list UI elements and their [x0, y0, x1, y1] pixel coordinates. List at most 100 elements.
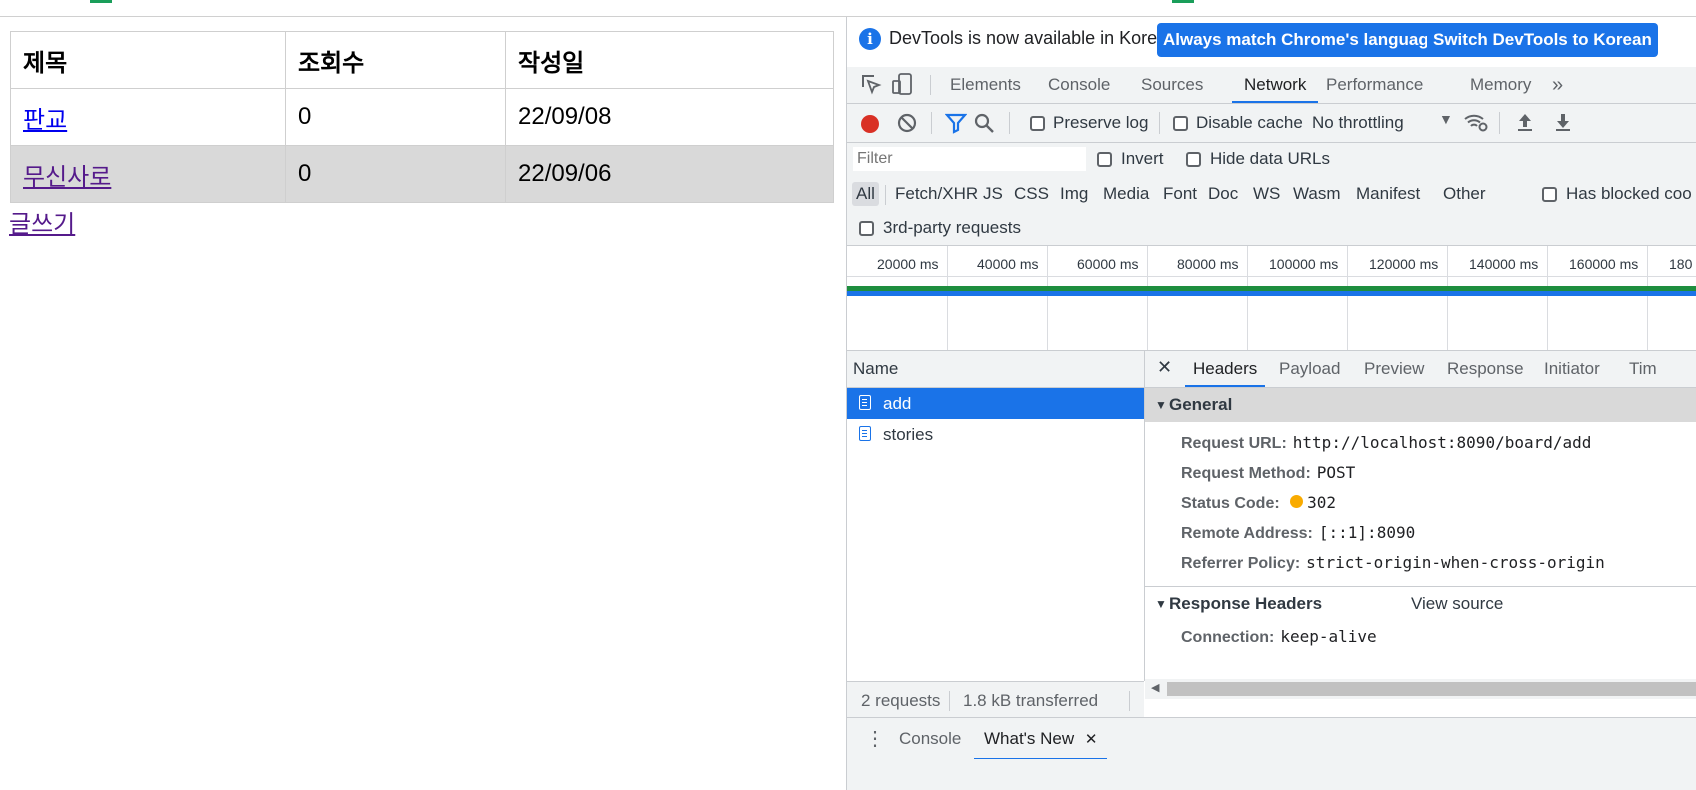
record-icon[interactable] — [861, 115, 879, 133]
import-har-icon[interactable] — [1515, 111, 1535, 139]
horizontal-scrollbar[interactable]: ◀ — [1145, 679, 1696, 699]
scrollbar-thumb[interactable] — [1167, 682, 1696, 696]
timeline-tick-label: 140000 ms — [1469, 256, 1539, 272]
filter-row: Invert Hide data URLs — [847, 143, 1696, 177]
more-tabs-icon[interactable]: » — [1552, 67, 1563, 103]
drawer-tabbar: ⋮ Console What's New ✕ — [847, 717, 1696, 760]
general-section-header[interactable]: ▼ General — [1145, 388, 1696, 422]
search-icon[interactable] — [973, 112, 995, 140]
column-header-date: 작성일 — [505, 31, 834, 89]
third-party-label: 3rd-party requests — [883, 218, 1021, 237]
column-header-title: 제목 — [10, 31, 286, 89]
filter-icon[interactable] — [944, 112, 968, 140]
hide-data-urls-checkbox[interactable] — [1186, 152, 1201, 167]
timeline-gridline — [1447, 246, 1448, 350]
preserve-log-checkbox[interactable] — [1030, 116, 1045, 131]
tab-payload[interactable]: Payload — [1279, 351, 1340, 387]
web-page: 제목 조회수 작성일 판교 0 22/09/08 무신사로 0 22/09/06… — [0, 17, 846, 790]
type-filter-other[interactable]: Other — [1443, 182, 1486, 206]
remote-address-value: [::1]:8090 — [1318, 523, 1416, 542]
inspect-element-icon[interactable] — [859, 72, 883, 102]
network-overview-timeline[interactable]: 20000 ms 40000 ms 60000 ms 80000 ms 1000… — [847, 246, 1696, 351]
network-conditions-icon[interactable] — [1463, 111, 1489, 139]
invert-checkbox[interactable] — [1097, 152, 1112, 167]
hide-data-urls-label: Hide data URLs — [1210, 149, 1331, 168]
table-row: 판교 0 22/09/08 — [10, 88, 834, 146]
tab-console[interactable]: Console — [1048, 67, 1110, 103]
throttling-select[interactable]: No throttling — [1312, 113, 1404, 133]
type-filter-ws[interactable]: WS — [1253, 182, 1280, 206]
request-row[interactable]: add — [847, 388, 1144, 419]
document-icon — [859, 426, 871, 441]
type-filter-wasm[interactable]: Wasm — [1293, 182, 1341, 206]
device-toggle-icon[interactable] — [891, 72, 915, 102]
type-filter-font[interactable]: Font — [1163, 182, 1197, 206]
tab-memory[interactable]: Memory — [1470, 67, 1531, 103]
tab-sources[interactable]: Sources — [1141, 67, 1203, 103]
request-row[interactable]: stories — [847, 419, 1144, 450]
export-har-icon[interactable] — [1553, 111, 1573, 139]
transferred-size: 1.8 kB transferred — [963, 691, 1099, 710]
tab-network[interactable]: Network — [1232, 67, 1319, 103]
tab-initiator[interactable]: Initiator — [1544, 351, 1600, 387]
close-icon[interactable]: ✕ — [1085, 731, 1098, 748]
referrer-policy-value: strict-origin-when-cross-origin — [1306, 553, 1605, 572]
clear-icon[interactable] — [896, 112, 918, 140]
drawer-tab-whats-new[interactable]: What's New ✕ — [974, 718, 1108, 760]
timeline-tick-label: 180 — [1669, 256, 1693, 272]
name-column-header[interactable]: Name — [847, 351, 1144, 388]
request-url-value: http://localhost:8090/board/add — [1292, 433, 1592, 452]
close-icon[interactable]: ✕ — [1157, 357, 1172, 378]
chevron-down-icon: ▼ — [1439, 111, 1453, 127]
language-infobar: i DevTools is now available in Korean! A… — [847, 17, 1696, 61]
tab-preview[interactable]: Preview — [1364, 351, 1424, 387]
more-options-icon[interactable]: ⋮ — [865, 726, 885, 751]
type-filter-manifest[interactable]: Manifest — [1356, 182, 1420, 206]
scroll-left-icon[interactable]: ◀ — [1151, 681, 1159, 694]
write-post-link[interactable]: 글쓰기 — [9, 204, 75, 239]
has-blocked-cookies-checkbox[interactable] — [1542, 187, 1557, 202]
tab-headers[interactable]: Headers — [1185, 351, 1266, 387]
tab-elements[interactable]: Elements — [950, 67, 1021, 103]
tab-indicator — [1172, 0, 1194, 3]
separator — [1009, 112, 1010, 134]
separator — [931, 112, 932, 134]
remote-address-key: Remote Address: — [1181, 525, 1313, 542]
connection-row: Connection: keep-alive — [1181, 627, 1377, 647]
type-filter-all[interactable]: All — [852, 182, 879, 206]
type-filter-doc[interactable]: Doc — [1208, 182, 1238, 206]
tab-response[interactable]: Response — [1447, 351, 1524, 387]
timeline-gridline — [1247, 246, 1248, 350]
match-language-button[interactable]: Always match Chrome's language — [1157, 23, 1445, 57]
separator — [1159, 112, 1160, 134]
document-icon — [859, 395, 871, 410]
drawer-content — [847, 759, 1696, 790]
response-headers-section-header[interactable]: ▼ Response Headers View source — [1145, 586, 1696, 621]
separator — [885, 185, 886, 205]
connection-key: Connection: — [1181, 629, 1275, 646]
timeline-gridline — [1147, 246, 1148, 350]
type-filter-css[interactable]: CSS — [1014, 182, 1049, 206]
request-method-row: Request Method: POST — [1181, 463, 1355, 483]
expand-triangle-icon: ▼ — [1155, 597, 1167, 611]
request-name: stories — [883, 425, 934, 444]
table-row: 무신사로 0 22/09/06 — [10, 145, 834, 203]
view-source-link[interactable]: View source — [1411, 587, 1503, 621]
third-party-checkbox[interactable] — [859, 221, 874, 236]
type-filter-fetch[interactable]: Fetch/XHR — [895, 182, 978, 206]
type-filter-media[interactable]: Media — [1103, 182, 1149, 206]
tab-timing[interactable]: Tim — [1629, 351, 1657, 387]
drawer-tab-console[interactable]: Console — [899, 718, 961, 760]
referrer-policy-key: Referrer Policy: — [1181, 555, 1301, 572]
tab-performance[interactable]: Performance — [1326, 67, 1423, 103]
type-filter-img[interactable]: Img — [1060, 182, 1088, 206]
post-link[interactable]: 판교 — [23, 107, 67, 134]
switch-language-button[interactable]: Switch DevTools to Korean — [1427, 23, 1658, 57]
request-method-value: POST — [1316, 463, 1356, 482]
post-link[interactable]: 무신사로 — [23, 164, 111, 191]
whats-new-label: What's New — [984, 729, 1075, 748]
disable-cache-checkbox[interactable] — [1173, 116, 1188, 131]
type-filter-js[interactable]: JS — [983, 182, 1003, 206]
filter-input[interactable] — [853, 147, 1086, 171]
detail-tabs: ✕ Headers Payload Preview Response Initi… — [1145, 351, 1696, 388]
